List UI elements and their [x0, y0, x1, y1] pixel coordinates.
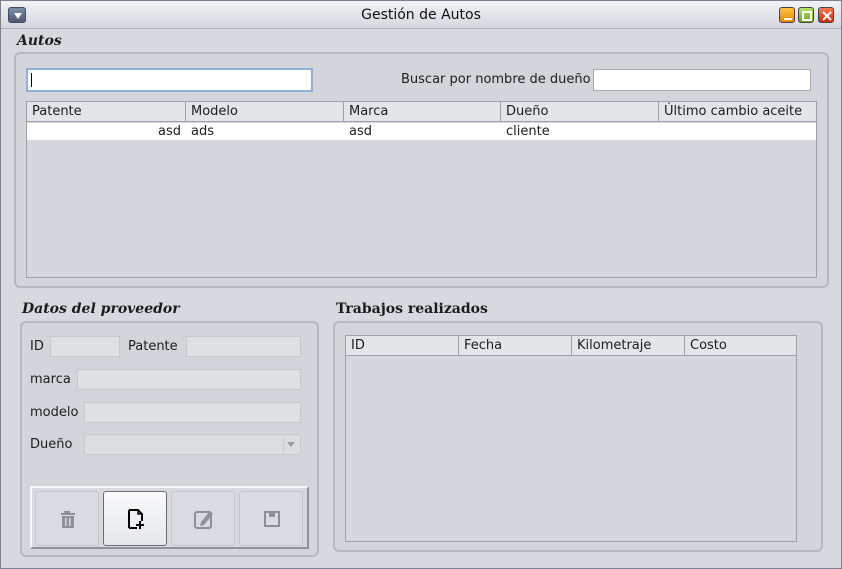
col-ultimo-cambio[interactable]: Último cambio aceite: [659, 102, 816, 121]
edit-button[interactable]: [171, 491, 235, 546]
col-patente[interactable]: Patente: [27, 102, 186, 121]
save-icon: [264, 511, 280, 527]
autos-section-title: Autos: [17, 33, 62, 49]
col-dueno[interactable]: Dueño: [501, 102, 659, 121]
trash-icon: [61, 511, 75, 528]
trabajos-table[interactable]: ID Fecha Kilometraje Costo: [345, 335, 797, 542]
new-button[interactable]: [103, 491, 167, 546]
autos-filter-input[interactable]: [26, 68, 313, 92]
col-id[interactable]: ID: [346, 336, 459, 355]
action-toolbar: [30, 486, 309, 549]
cell-patente: asd: [158, 124, 181, 139]
delete-button[interactable]: [35, 491, 99, 546]
id-field[interactable]: [50, 336, 120, 357]
modelo-field[interactable]: [84, 402, 301, 423]
maximize-icon: [802, 11, 812, 21]
marca-field[interactable]: [77, 369, 301, 390]
main-window: Gestión de Autos Autos Buscar por nombre…: [0, 0, 842, 569]
dueno-label: Dueño: [30, 437, 73, 452]
patente-label: Patente: [128, 339, 178, 354]
search-owner-input[interactable]: [593, 69, 811, 91]
cell-marca: asd: [349, 124, 372, 139]
modelo-label: modelo: [30, 405, 79, 420]
close-button[interactable]: [818, 7, 834, 23]
close-icon: [822, 11, 832, 21]
cell-dueno: cliente: [506, 124, 550, 139]
title-bar[interactable]: Gestión de Autos: [1, 1, 841, 29]
chevron-down-icon: [287, 442, 295, 447]
cell-ultimo-cambio: [659, 123, 816, 140]
minimize-icon: [784, 18, 792, 20]
maximize-button[interactable]: [798, 7, 814, 23]
trabajos-table-header: ID Fecha Kilometraje Costo: [346, 336, 796, 356]
save-button[interactable]: [239, 491, 303, 546]
col-modelo[interactable]: Modelo: [186, 102, 344, 121]
autos-table[interactable]: Patente Modelo Marca Dueño Último cambio…: [26, 101, 817, 278]
autos-table-header: Patente Modelo Marca Dueño Último cambio…: [27, 102, 816, 122]
minimize-button[interactable]: [779, 7, 795, 23]
text-caret: [31, 73, 32, 87]
search-owner-label: Buscar por nombre de dueño: [401, 72, 591, 87]
id-label: ID: [30, 339, 44, 354]
window-title: Gestión de Autos: [361, 7, 481, 23]
dueno-dropdown[interactable]: [84, 434, 301, 455]
trabajos-section-title: Trabajos realizados: [336, 301, 488, 317]
col-marca[interactable]: Marca: [344, 102, 501, 121]
col-kilometraje[interactable]: Kilometraje: [572, 336, 685, 355]
table-row[interactable]: asd ads asd cliente: [27, 123, 816, 140]
col-fecha[interactable]: Fecha: [459, 336, 572, 355]
marca-label: marca: [30, 372, 71, 387]
patente-field[interactable]: [186, 336, 301, 357]
proveedor-section-title: Datos del proveedor: [22, 301, 180, 317]
edit-icon: [194, 511, 213, 529]
col-costo[interactable]: Costo: [685, 336, 796, 355]
dropdown-arrow[interactable]: [283, 437, 297, 452]
new-document-icon: [128, 509, 144, 529]
cell-modelo: ads: [191, 124, 214, 139]
